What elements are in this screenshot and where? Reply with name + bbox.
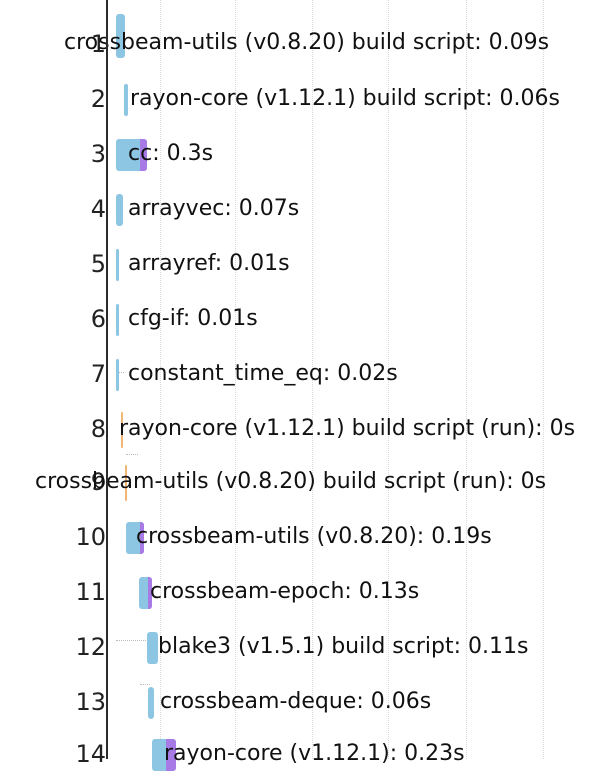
crate-label: crossbeam-deque: 0.06s (160, 689, 432, 714)
list-item[interactable]: 9 crossbeam-utils (v0.8.20) build script… (0, 458, 615, 508)
row-number: 4 (90, 195, 106, 223)
crate-label: arrayvec: 0.07s (128, 196, 300, 221)
row-number: 2 (90, 85, 106, 113)
crate-label: crossbeam-epoch: 0.13s (150, 579, 420, 604)
duration-bar (148, 687, 154, 719)
crate-label: rayon-core (v1.12.1) build script (run):… (119, 416, 576, 441)
list-item[interactable]: 14 rayon-core (v1.12.1): 0.23s (0, 730, 615, 780)
crate-label: arrayref: 0.01s (128, 251, 290, 276)
crate-label: rayon-core (v1.12.1) build script: 0.06s (130, 86, 560, 111)
list-item[interactable]: 4 arrayvec: 0.07s (0, 185, 615, 235)
row-number: 5 (90, 250, 106, 278)
duration-bar (116, 359, 119, 391)
list-item[interactable]: 5 arrayref: 0.01s (0, 240, 615, 290)
list-item[interactable]: 13 crossbeam-deque: 0.06s (0, 678, 615, 728)
duration-bar (116, 304, 119, 336)
list-item[interactable]: 6 cfg-if: 0.01s (0, 295, 615, 345)
crate-label: cc: 0.3s (128, 141, 214, 166)
build-timeline: 1 crossbeam-utils (v0.8.20) build script… (0, 0, 615, 771)
row-number: 14 (75, 740, 106, 768)
crate-label: crossbeam-utils (v0.8.20) build script (… (35, 469, 547, 494)
duration-bar (116, 194, 123, 226)
row-number: 13 (75, 688, 106, 716)
row-number: 6 (90, 305, 106, 333)
crate-label: cfg-if: 0.01s (128, 306, 258, 331)
row-number: 10 (75, 523, 106, 551)
row-number: 7 (90, 360, 106, 388)
crate-label: crossbeam-utils (v0.8.20) build script: … (64, 30, 550, 55)
duration-bar (147, 632, 158, 664)
list-item[interactable]: 2 rayon-core (v1.12.1) build script: 0.0… (0, 75, 615, 125)
list-item[interactable]: 1 crossbeam-utils (v0.8.20) build script… (0, 14, 615, 70)
crate-label: rayon-core (v1.12.1): 0.23s (164, 741, 465, 766)
row-number: 11 (75, 578, 106, 606)
timeline-axis (106, 0, 108, 759)
list-item[interactable]: 8 rayon-core (v1.12.1) build script (run… (0, 405, 615, 455)
crate-label: crossbeam-utils (v0.8.20): 0.19s (136, 524, 492, 549)
row-number: 3 (90, 140, 106, 168)
duration-bar (116, 249, 119, 281)
list-item[interactable]: 10 crossbeam-utils (v0.8.20): 0.19s (0, 513, 615, 563)
list-item[interactable]: 7 constant_time_eq: 0.02s (0, 350, 615, 400)
row-number: 12 (75, 633, 106, 661)
row-number: 8 (90, 415, 106, 443)
crate-label: constant_time_eq: 0.02s (128, 361, 398, 386)
list-item[interactable]: 3 cc: 0.3s (0, 130, 615, 180)
list-item[interactable]: 11 crossbeam-epoch: 0.13s (0, 568, 615, 618)
crate-label: blake3 (v1.5.1) build script: 0.11s (158, 634, 529, 659)
duration-bar (124, 84, 128, 116)
list-item[interactable]: 12 blake3 (v1.5.1) build script: 0.11s (0, 623, 615, 673)
